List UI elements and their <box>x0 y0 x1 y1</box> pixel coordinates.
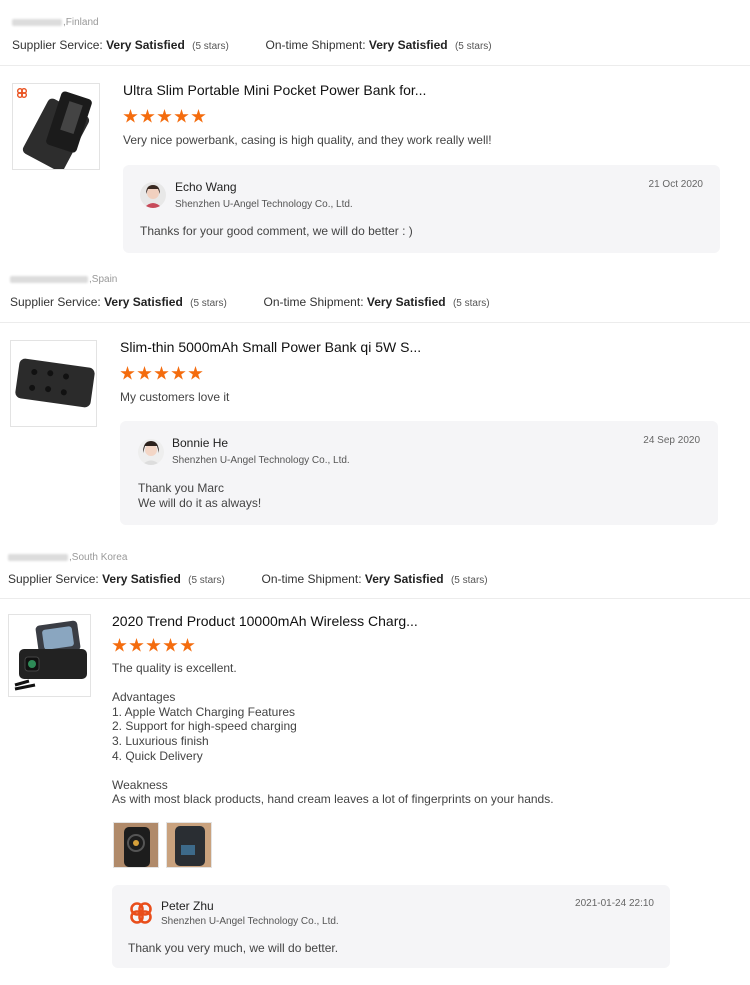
divider <box>0 322 750 323</box>
reply-text: Thank you Marc We will do it as always! <box>138 481 262 510</box>
star-icon <box>163 638 178 652</box>
rating-summary: Supplier Service: Very Satisfied (5 star… <box>8 572 488 586</box>
supplier-service-rating: Very Satisfied <box>104 295 183 309</box>
supplier-reply: Peter Zhu Shenzhen U-Angel Technology Co… <box>112 885 670 968</box>
star-icon <box>157 109 172 123</box>
review-comment: The quality is excellent. Advantages 1. … <box>112 661 554 807</box>
divider <box>0 598 750 599</box>
divider <box>0 65 750 66</box>
star-rating <box>123 109 206 124</box>
supplier-service-rating: Very Satisfied <box>102 572 181 586</box>
star-icon <box>191 109 206 123</box>
brand-logo-icon <box>128 900 154 926</box>
power-bank-image <box>14 620 87 691</box>
power-bank-image <box>17 88 92 169</box>
product-thumbnail[interactable] <box>10 340 97 427</box>
brand-logo-icon <box>17 88 27 98</box>
avatar <box>138 439 164 465</box>
shipment-rating: Very Satisfied <box>368 38 448 52</box>
review-comment: My customers love it <box>120 390 230 404</box>
reviewer-country: ,Spain <box>10 274 117 285</box>
star-icon <box>129 638 144 652</box>
blurred-reviewer-name <box>8 553 68 561</box>
review-comment: Very nice powerbank, casing is high qual… <box>123 133 492 147</box>
star-icon <box>174 109 189 123</box>
rating-summary: Supplier Service: Very Satisfied (5 star… <box>12 38 492 52</box>
reply-author-name: Echo Wang <box>175 180 237 194</box>
supplier-reply: Echo Wang Shenzhen U-Angel Technology Co… <box>123 165 720 253</box>
product-title[interactable]: 2020 Trend Product 10000mAh Wireless Cha… <box>112 613 418 629</box>
reply-author-name: Peter Zhu <box>161 899 214 913</box>
reply-company: Shenzhen U-Angel Technology Co., Ltd. <box>175 199 353 210</box>
star-icon <box>188 366 203 380</box>
supplier-reply: Bonnie He Shenzhen U-Angel Technology Co… <box>120 421 718 525</box>
star-icon <box>123 109 138 123</box>
supplier-service-rating: Very Satisfied <box>106 38 185 52</box>
star-icon <box>180 638 195 652</box>
blurred-reviewer-name <box>10 275 88 283</box>
star-rating <box>120 366 203 381</box>
reply-author-name: Bonnie He <box>172 436 229 450</box>
reviewer-country: ,South Korea <box>8 552 127 563</box>
avatar <box>140 182 166 208</box>
review-photo[interactable] <box>166 822 212 868</box>
reply-text: Thank you very much, we will do better. <box>128 941 339 955</box>
reply-company: Shenzhen U-Angel Technology Co., Ltd. <box>172 455 350 466</box>
reply-date: 21 Oct 2020 <box>648 179 703 190</box>
reply-date: 24 Sep 2020 <box>643 435 700 446</box>
reply-text: Thanks for your good comment, we will do… <box>140 224 413 238</box>
star-icon <box>140 109 155 123</box>
power-bank-image <box>15 358 95 408</box>
blurred-reviewer-name <box>12 18 62 26</box>
product-title[interactable]: Ultra Slim Portable Mini Pocket Power Ba… <box>123 82 426 98</box>
star-icon <box>154 366 169 380</box>
star-rating <box>112 638 195 653</box>
star-icon <box>171 366 186 380</box>
rating-summary: Supplier Service: Very Satisfied (5 star… <box>10 295 490 309</box>
product-thumbnail[interactable] <box>8 614 91 697</box>
reply-company: Shenzhen U-Angel Technology Co., Ltd. <box>161 916 339 927</box>
star-icon <box>112 638 127 652</box>
star-icon <box>146 638 161 652</box>
reviewer-country: ,Finland <box>12 17 99 28</box>
star-icon <box>137 366 152 380</box>
shipment-rating: Very Satisfied <box>364 572 444 586</box>
product-title[interactable]: Slim-thin 5000mAh Small Power Bank qi 5W… <box>120 339 421 355</box>
review-photo[interactable] <box>113 822 159 868</box>
product-thumbnail[interactable] <box>12 83 100 170</box>
shipment-rating: Very Satisfied <box>366 295 446 309</box>
reply-date: 2021-01-24 22:10 <box>575 898 654 909</box>
star-icon <box>120 366 135 380</box>
